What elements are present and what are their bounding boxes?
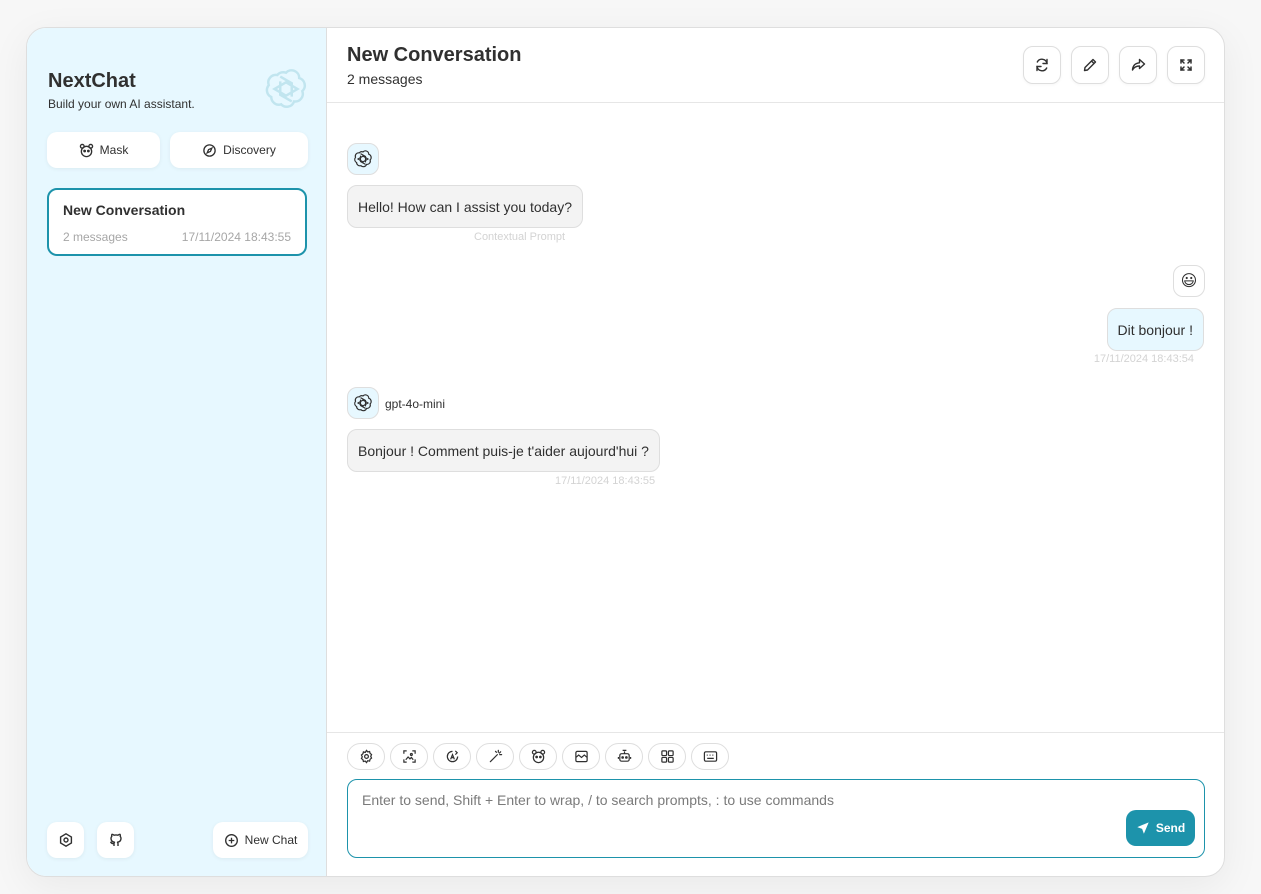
send-button-label: Send — [1155, 821, 1186, 835]
chat-subtitle: 2 messages — [347, 71, 423, 87]
mask-button[interactable]: Mask — [47, 132, 160, 168]
conversation-item[interactable]: New Conversation 2 messages 17/11/2024 1… — [47, 188, 307, 256]
openai-logo-icon — [354, 394, 372, 412]
app-window: NextChat Build your own AI assistant. Ma… — [26, 27, 1225, 877]
discovery-button-label: Discovery — [223, 143, 276, 157]
robot-tool-button[interactable] — [605, 743, 643, 770]
message-input-box: Send — [347, 779, 1205, 858]
chat-input-panel: Send — [327, 732, 1224, 876]
shortcut-tool-button[interactable] — [691, 743, 729, 770]
settings-tool-button[interactable] — [347, 743, 385, 770]
conversation-title: New Conversation — [63, 202, 186, 218]
settings-icon — [360, 749, 372, 764]
settings-button[interactable] — [47, 822, 84, 858]
robot-icon — [617, 749, 631, 762]
discovery-button[interactable]: Discovery — [170, 132, 308, 168]
send-icon — [1137, 822, 1149, 834]
mask-button-label: Mask — [99, 143, 129, 157]
compass-icon — [203, 143, 216, 157]
openai-logo-icon — [354, 150, 372, 168]
brand-subtitle: Build your own AI assistant. — [48, 97, 195, 111]
conversation-count: 2 messages — [63, 230, 128, 244]
brand-title: NextChat — [48, 70, 136, 92]
overflow-tool-button[interactable] — [562, 743, 600, 770]
bot-avatar — [347, 143, 379, 175]
image-icon — [402, 750, 416, 763]
share-button[interactable] — [1119, 46, 1157, 84]
mask-icon — [79, 143, 93, 157]
model-tool-button[interactable] — [433, 743, 471, 770]
share-icon — [1131, 58, 1146, 71]
bot-message-bubble: Hello! How can I assist you today? — [347, 185, 583, 228]
mask-icon — [531, 749, 545, 764]
new-chat-button[interactable]: New Chat — [213, 822, 308, 858]
add-icon — [224, 833, 238, 847]
github-icon — [109, 833, 122, 846]
mask-tool-button[interactable] — [519, 743, 557, 770]
plugin-tool-button[interactable] — [648, 743, 686, 770]
message-input[interactable] — [348, 780, 1204, 857]
chat-main: New Conversation 2 messages Hello! How c… — [327, 28, 1224, 876]
send-button[interactable]: Send — [1126, 810, 1195, 846]
edit-icon — [1083, 58, 1097, 72]
refresh-icon — [1036, 58, 1048, 72]
user-avatar: 😃 — [1173, 265, 1205, 297]
chat-title[interactable]: New Conversation — [347, 44, 521, 67]
fullscreen-button[interactable] — [1167, 46, 1205, 84]
magic-tool-button[interactable] — [476, 743, 514, 770]
image-tool-button[interactable] — [390, 743, 428, 770]
github-button[interactable] — [97, 822, 134, 858]
edit-button[interactable] — [1071, 46, 1109, 84]
shortcut-icon — [703, 751, 717, 762]
settings-icon — [59, 832, 72, 848]
fullscreen-icon — [1180, 59, 1192, 71]
message-meta: 17/11/2024 18:43:55 — [555, 475, 656, 487]
refresh-button[interactable] — [1023, 46, 1061, 84]
bot-avatar — [347, 387, 379, 419]
conversation-date: 17/11/2024 18:43:55 — [181, 230, 291, 244]
message-meta: 17/11/2024 18:43:54 — [1093, 353, 1194, 365]
sidebar: NextChat Build your own AI assistant. Ma… — [27, 28, 327, 876]
overflow-icon — [574, 750, 588, 763]
new-chat-label: New Chat — [244, 833, 298, 847]
openai-logo-icon — [265, 69, 307, 108]
model-name: gpt-4o-mini — [385, 397, 446, 411]
message-meta: Contextual Prompt — [474, 231, 566, 243]
magic-wand-icon — [489, 749, 502, 763]
bot-message-bubble: Bonjour ! Comment puis-je t'aider aujour… — [347, 429, 660, 472]
model-icon — [446, 750, 458, 763]
user-message-bubble: Dit bonjour ! — [1106, 308, 1204, 351]
plugin-icon — [660, 750, 674, 763]
chat-header: New Conversation 2 messages — [327, 28, 1224, 103]
